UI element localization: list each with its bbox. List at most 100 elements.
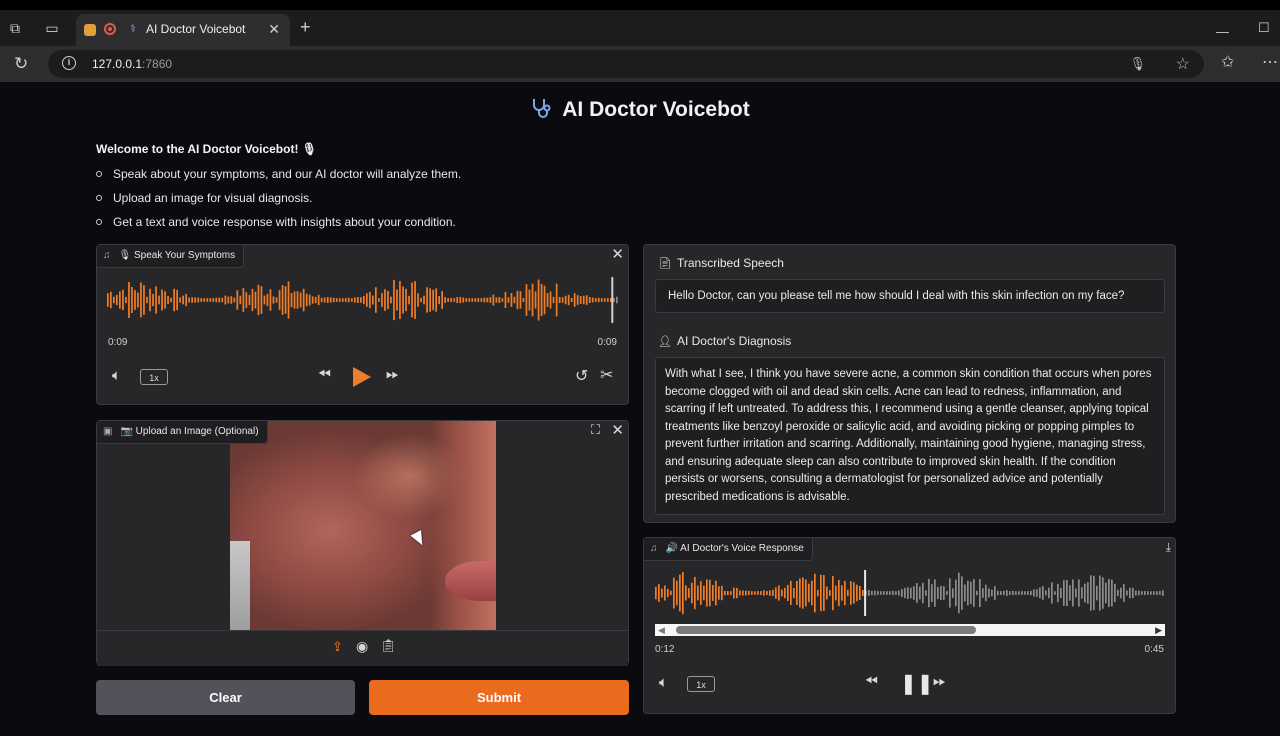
- waveform-bar: [955, 579, 957, 607]
- waveform-bar: [805, 579, 807, 607]
- play-button[interactable]: [353, 367, 371, 387]
- waveform-bar: [925, 590, 927, 596]
- fast-forward-icon[interactable]: ⏩︎: [933, 673, 946, 691]
- waveform-bar: [468, 298, 471, 302]
- waveform-bar: [1141, 591, 1143, 595]
- clear-image-icon[interactable]: ✕: [611, 421, 624, 439]
- playback-rate-button[interactable]: 1x: [140, 369, 168, 385]
- maximize-window-icon[interactable]: ☐: [1258, 20, 1270, 36]
- upload-icon[interactable]: ⇪: [332, 639, 343, 655]
- browser-menu-icon[interactable]: ⋯: [1262, 52, 1278, 72]
- waveform-bar: [1009, 591, 1011, 595]
- waveform-bar: [597, 297, 600, 303]
- waveform-bar: [1081, 587, 1083, 599]
- waveform-bar: [107, 293, 109, 307]
- waveform-bar: [904, 587, 906, 599]
- waveform-bar: [456, 297, 459, 304]
- skin-photo: [230, 421, 496, 630]
- waveform-bar: [892, 590, 894, 596]
- rewind-icon[interactable]: ⏪︎: [865, 673, 878, 691]
- waveform-bar: [937, 586, 939, 599]
- waveform-bar: [1018, 591, 1020, 595]
- waveform-bar: [534, 291, 537, 309]
- app-page: AI Doctor Voicebot Welcome to the AI Doc…: [0, 82, 1280, 736]
- audio-input-label: ♫ 🎙 Speak Your Symptoms: [97, 245, 245, 268]
- voice-search-icon[interactable]: 🎙︎: [1129, 56, 1146, 72]
- minimize-window-icon[interactable]: —: [1216, 24, 1229, 39]
- waveform-scrollbar[interactable]: ◀ ▶: [655, 624, 1165, 636]
- scroll-right-icon[interactable]: ▶: [1155, 624, 1162, 636]
- playhead[interactable]: [864, 570, 867, 616]
- reset-icon[interactable]: ↺: [575, 366, 588, 386]
- waveform-bar: [161, 289, 163, 311]
- fast-forward-icon[interactable]: ⏩︎: [386, 366, 399, 384]
- waveform-bar: [1102, 577, 1104, 609]
- waveform-bar: [1087, 582, 1089, 604]
- waveform-bar: [218, 297, 221, 303]
- waveform-bar: [248, 294, 251, 306]
- reload-icon[interactable]: ↻: [14, 54, 28, 74]
- waveform-bar: [134, 290, 136, 310]
- volume-icon[interactable]: 🔈︎: [659, 674, 668, 691]
- waveform-bar: [287, 281, 290, 319]
- waveform-bar: [907, 587, 909, 599]
- site-info-icon[interactable]: i: [62, 56, 76, 70]
- waveform-bar: [546, 293, 549, 307]
- audio-input-waveform[interactable]: [107, 277, 619, 323]
- pause-icon[interactable]: ❚❚: [900, 671, 934, 696]
- address-bar[interactable]: i 127.0.0.1:7860 🎙︎ ☆: [48, 50, 1204, 78]
- webcam-icon[interactable]: ◉: [356, 638, 368, 655]
- trim-scissors-icon[interactable]: ✂: [600, 365, 613, 385]
- waveform-bar: [567, 294, 570, 306]
- waveform-bar: [326, 297, 329, 303]
- scroll-left-icon[interactable]: ◀: [658, 624, 665, 636]
- waveform-bar: [125, 296, 127, 304]
- diagnosis-output[interactable]: With what I see, I think you have severe…: [655, 357, 1165, 515]
- waveform-bar: [233, 297, 236, 303]
- browser-tab[interactable]: AI Doctor Voicebot ⚕ ✕: [76, 14, 290, 46]
- scrollbar-thumb[interactable]: [676, 626, 976, 634]
- fullscreen-icon[interactable]: ⛶: [591, 422, 600, 438]
- waveform-bar: [967, 580, 969, 606]
- close-tab-icon[interactable]: ✕: [268, 21, 280, 38]
- workspaces-icon[interactable]: ⧉: [6, 19, 24, 37]
- bookmark-star-icon[interactable]: ☆: [1176, 54, 1190, 74]
- clear-button[interactable]: Clear: [96, 680, 355, 715]
- download-icon[interactable]: ⤓: [1166, 540, 1171, 555]
- document-icon: 📄︎: [658, 258, 672, 270]
- waveform-bar: [495, 297, 498, 303]
- waveform-bar: [167, 296, 169, 304]
- close-audio-icon[interactable]: ✕: [611, 245, 624, 263]
- audio-total-time: 0:09: [597, 337, 617, 348]
- waveform-bar: [775, 587, 777, 599]
- waveform-bar: [323, 297, 326, 303]
- favorites-icon[interactable]: ✩: [1221, 52, 1234, 72]
- playback-rate-button[interactable]: 1x: [687, 676, 715, 692]
- waveform-bar: [934, 579, 936, 607]
- waveform-bar: [709, 579, 711, 607]
- waveform-bar: [338, 298, 341, 302]
- submit-button[interactable]: Submit: [369, 680, 629, 715]
- rewind-icon[interactable]: ⏪︎: [318, 366, 331, 384]
- tab-title: AI Doctor Voicebot: [146, 22, 246, 36]
- waveform-bar: [886, 591, 888, 595]
- new-tab-icon[interactable]: +: [300, 17, 311, 38]
- feature-list: Speak about your symptoms, and our AI do…: [96, 166, 461, 238]
- playhead[interactable]: [611, 277, 614, 323]
- waveform-bar: [332, 297, 335, 303]
- transcription-output[interactable]: Hello Doctor, can you please tell me how…: [655, 279, 1165, 313]
- waveform-bar: [1021, 591, 1023, 595]
- volume-icon[interactable]: 🔈︎: [112, 367, 121, 384]
- waveform-bar: [363, 295, 365, 305]
- waveform-bar: [859, 586, 861, 600]
- waveform-bar: [447, 298, 449, 302]
- waveform-bar: [140, 282, 142, 318]
- waveform-bar: [308, 294, 311, 306]
- clipboard-icon[interactable]: 📋︎: [380, 638, 397, 654]
- voice-response-waveform[interactable]: [655, 570, 1165, 616]
- waveform-bar: [1108, 578, 1110, 607]
- tab-actions-icon[interactable]: ▭: [43, 19, 61, 37]
- waveform-bar: [1096, 585, 1098, 601]
- waveform-bar: [540, 283, 543, 317]
- waveform-bar: [844, 580, 846, 606]
